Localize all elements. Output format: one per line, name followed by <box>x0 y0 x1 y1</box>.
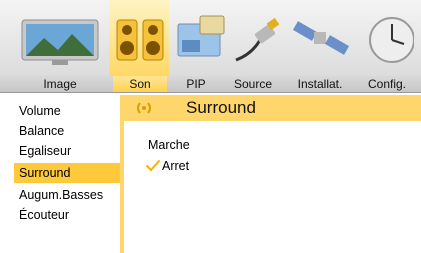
sound-waves-icon <box>137 102 151 114</box>
speakers-icon[interactable] <box>113 10 167 68</box>
menu-item-surround[interactable]: Surround <box>14 163 120 183</box>
menu-item-augum-basses[interactable]: Augum.Basses <box>14 185 120 205</box>
landscape-monitor-icon[interactable] <box>14 10 106 68</box>
pip-screens-icon[interactable] <box>176 10 228 68</box>
tab-image[interactable]: Image <box>14 76 106 92</box>
option-marche[interactable]: Marche <box>148 137 190 153</box>
option-arret[interactable]: Arret <box>162 158 189 174</box>
panel-title: Surround <box>186 98 256 117</box>
cable-plug-icon[interactable] <box>232 10 288 68</box>
sound-submenu: Volume Balance Egaliseur Surround Augum.… <box>14 95 124 253</box>
checkmark-icon <box>146 160 160 172</box>
menu-item-egaliseur[interactable]: Egaliseur <box>14 141 120 161</box>
surround-settings-panel: Surround Marche Arret <box>124 95 421 253</box>
menu-item-balance[interactable]: Balance <box>14 121 120 141</box>
category-tab-bar: Image Son PIP Source Installat. Config. <box>0 76 421 93</box>
category-icon-strip <box>0 0 421 76</box>
tab-source[interactable]: Source <box>222 76 284 92</box>
tab-son[interactable]: Son <box>113 76 167 92</box>
satellite-icon[interactable] <box>290 10 352 68</box>
tab-config[interactable]: Config. <box>356 76 418 92</box>
panel-header: Surround <box>124 95 421 121</box>
tab-pip[interactable]: PIP <box>172 76 220 92</box>
menu-item-volume[interactable]: Volume <box>14 101 120 121</box>
menu-item-ecouteur[interactable]: Écouteur <box>14 205 120 225</box>
tab-installation[interactable]: Installat. <box>286 76 354 92</box>
clock-icon[interactable] <box>358 10 414 68</box>
